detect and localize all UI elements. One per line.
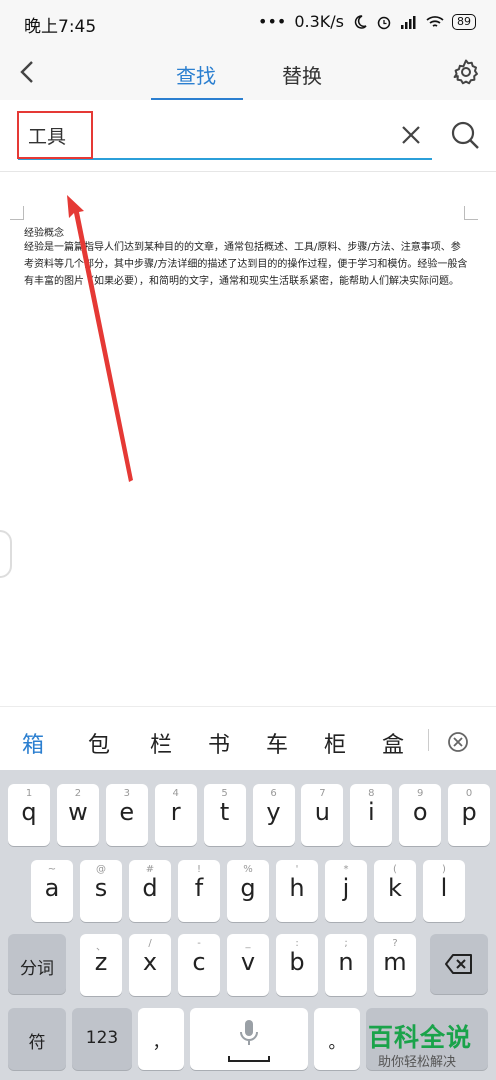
space-bar-icon [228,1056,270,1062]
key-h[interactable]: ' h [276,860,318,922]
key-primary-label: j [342,874,350,902]
signal-icon [401,15,416,29]
key-primary-label: q [21,798,37,826]
key-primary-label: y [266,798,281,826]
key-primary-label: h [289,874,305,902]
backspace-key[interactable] [430,934,488,994]
key-primary-label: u [314,798,330,826]
key-primary-label: f [194,874,204,902]
page-corner-mark [10,206,24,220]
key-primary-label: i [367,798,375,826]
alarm-icon [377,16,391,29]
wifi-icon [426,15,444,27]
search-icon[interactable] [450,120,480,150]
key-v[interactable]: _ v [227,934,269,996]
key-i[interactable]: 8i [350,784,393,846]
status-icons: ••• 0.3K/s 89 [258,12,476,31]
key-primary-label: b [289,948,305,976]
key-primary-label: w [68,798,88,826]
key-primary-label: g [240,874,256,902]
numbers-key[interactable]: 123 [72,1008,132,1070]
key-primary-label: r [170,798,181,826]
tab-find[interactable]: 查找 [176,60,216,89]
battery-indicator: 89 [452,13,476,30]
key-r[interactable]: 4r [154,784,197,846]
fenci-key[interactable]: 分词 [8,934,66,994]
backspace-icon [445,954,472,974]
key-primary-label: v [240,948,256,976]
key-m[interactable]: ? m [374,934,416,996]
key-y[interactable]: 6y [252,784,295,846]
key-primary-label: k [388,874,402,902]
key-primary-label: l [440,874,448,902]
gear-icon[interactable] [452,58,480,86]
key-a[interactable]: ~ a [31,860,73,922]
moon-icon [354,14,367,29]
watermark: 百科全说 助你轻松解决 [368,1018,488,1072]
key-primary-label: m [383,948,407,976]
candidate-item[interactable]: 盒 [382,727,404,759]
key-primary-label: t [219,798,230,826]
key-o[interactable]: 9o [399,784,442,846]
candidate-item[interactable]: 包 [88,727,110,759]
candidate-divider [428,729,429,751]
watermark-subtitle: 助你轻松解决 [378,1055,457,1070]
key-l[interactable]: ) l [423,860,465,922]
key-n[interactable]: ; n [325,934,367,996]
key-primary-label: s [94,874,108,902]
candidate-item[interactable]: 柜 [324,727,346,759]
key-z[interactable]: 、 z [80,934,122,996]
key-j[interactable]: * j [325,860,367,922]
comma-key[interactable]: ， [138,1008,184,1070]
key-primary-label: a [44,874,60,902]
status-time: 晚上7:45 [24,17,97,37]
top-nav: 查找 替换 [0,46,496,101]
watermark-title: 百科全说 [368,1023,473,1052]
candidate-item[interactable]: 箱 [22,727,44,759]
collapse-circle-x-icon[interactable] [447,731,469,753]
microphone-icon [240,1020,258,1045]
candidate-item[interactable]: 车 [266,727,288,759]
key-c[interactable]: -c [178,934,220,996]
status-bar: 晚上7:45 ••• 0.3K/s 89 [0,0,496,46]
key-w[interactable]: 2w [56,784,99,846]
key-primary-label: n [338,948,354,976]
key-primary-label: o [412,798,428,826]
annotation-highlight-box [17,111,93,159]
ime-candidate-bar: 箱 包 栏 书 车 柜 盒 [0,706,496,770]
key-s[interactable]: @ s [80,860,122,922]
back-arrow-icon[interactable] [14,58,42,86]
period-key[interactable]: 。 [314,1008,360,1070]
close-icon[interactable] [398,122,424,148]
key-e[interactable]: 3e [105,784,148,846]
key-x[interactable]: / x [129,934,171,996]
key-g[interactable]: % g [227,860,269,922]
doc-heading: 经验概念 [24,228,64,239]
document-preview: 经验概念 经验是一篇篇指导人们达到某种目的的文章，通常包括概述、工具/原料、步骤… [0,172,496,706]
doc-body: 经验是一篇篇指导人们达到某种目的的文章，通常包括概述、工具/原料、步骤/方法、注… [24,242,468,287]
tab-replace[interactable]: 替换 [282,60,322,89]
key-b[interactable]: :b [276,934,318,996]
candidate-item[interactable]: 栏 [150,727,172,759]
page-corner-mark [464,206,478,220]
symbol-key[interactable]: 符 [8,1008,66,1070]
status-dots: ••• [258,12,287,31]
candidate-item[interactable]: 书 [208,727,230,759]
space-key[interactable] [190,1008,308,1070]
key-primary-label: p [461,798,477,826]
key-d[interactable]: # d [129,860,171,922]
side-drag-handle[interactable] [0,530,12,578]
key-primary-label: z [94,948,108,976]
key-f[interactable]: ! f [178,860,220,922]
key-u[interactable]: 7u [301,784,344,846]
key-p[interactable]: 0p [448,784,491,846]
key-primary-label: c [192,948,206,976]
key-primary-label: x [142,948,158,976]
key-q[interactable]: 1q [8,784,50,846]
key-primary-label: e [119,798,135,826]
key-k[interactable]: (k [374,860,416,922]
key-primary-label: d [142,874,158,902]
key-t[interactable]: 5t [203,784,246,846]
network-speed: 0.3K/s [294,12,344,31]
